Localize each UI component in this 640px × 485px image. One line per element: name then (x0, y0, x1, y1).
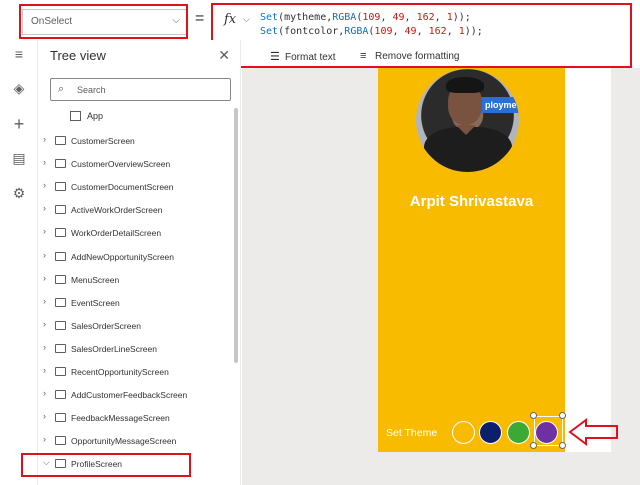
resize-handle-top-left[interactable] (530, 412, 537, 419)
left-rail: ≡ ◈ + ▤ ⚙ (0, 40, 38, 485)
close-icon[interactable]: ✕ (218, 47, 230, 64)
tree-item-label: EventScreen (71, 297, 120, 308)
chevron-right-icon[interactable]: › (43, 273, 46, 283)
resize-handle-bottom-left[interactable] (530, 442, 537, 449)
tree-item-label: AddCustomerFeedbackScreen (71, 390, 188, 401)
tree-item-label: MenuScreen (71, 274, 120, 285)
tree-scrollbar[interactable] (234, 108, 238, 363)
search-placeholder: Search (77, 85, 106, 95)
theme-swatch-yellow[interactable] (452, 421, 475, 444)
tree-item-screen[interactable]: › CustomerScreen (38, 132, 233, 150)
tree-item-label: CustomerDocumentScreen (71, 182, 174, 193)
chevron-right-icon[interactable]: › (43, 203, 46, 213)
annotation-arrow-left-icon (568, 418, 618, 446)
tree-item-label: SalesOrderScreen (71, 320, 141, 331)
tree-item-app[interactable]: App (70, 111, 103, 121)
screen-icon (55, 343, 66, 353)
equals-sign: = (195, 10, 205, 27)
tree-item-screen[interactable]: › SalesOrderLineScreen (38, 340, 233, 358)
chevron-right-icon[interactable]: › (43, 342, 46, 352)
chevron-right-icon[interactable]: › (43, 388, 46, 398)
chevron-right-icon[interactable]: › (43, 296, 46, 306)
chevron-right-icon[interactable]: › (43, 157, 46, 167)
screen-icon (55, 390, 66, 400)
photo-shirt (424, 127, 512, 172)
chevron-right-icon[interactable]: › (43, 226, 46, 236)
tree-item-label: WorkOrderDetailScreen (71, 228, 162, 239)
resize-handle-top-right[interactable] (559, 412, 566, 419)
tree-item-label: OpportunityMessageScreen (71, 436, 177, 447)
tree-item-label: FeedbackMessageScreen (71, 413, 170, 424)
resize-handle-bottom-right[interactable] (559, 442, 566, 449)
annotation-box-formula (211, 3, 632, 68)
screen-icon (55, 228, 66, 238)
tree-item-screen[interactable]: › WorkOrderDetailScreen (38, 224, 233, 242)
screen-icon (55, 251, 66, 261)
screen-icon (55, 436, 66, 446)
annotation-box-property (19, 4, 188, 39)
set-theme-label: Set Theme (386, 427, 438, 439)
tree-item-screen[interactable]: › FeedbackMessageScreen (38, 409, 233, 427)
screen-icon (55, 274, 66, 284)
tree-item-screen[interactable]: › AddNewOpportunityScreen (38, 248, 233, 266)
screen-icon (55, 413, 66, 423)
screen-icon (55, 367, 66, 376)
tree-item-screen[interactable]: › CustomerOverviewScreen (38, 155, 233, 173)
screen-icon (55, 297, 66, 307)
app-label: App (87, 111, 104, 121)
tree-item-screen[interactable]: › RecentOpportunityScreen (38, 363, 233, 381)
screen-icon (55, 159, 66, 169)
tree-item-screen[interactable]: › ActiveWorkOrderScreen (38, 201, 233, 219)
chevron-right-icon[interactable]: › (43, 434, 46, 444)
annotation-box-profile-screen (21, 453, 191, 477)
tree-item-label: RecentOpportunityScreen (71, 367, 169, 377)
tree-item-screen[interactable]: › EventScreen (38, 294, 233, 312)
tree-item-label: CustomerScreen (71, 136, 135, 146)
search-icon: ⌕ (58, 83, 65, 95)
screen-icon (55, 182, 66, 192)
tree-item-screen[interactable]: › OpportunityMessageScreen (38, 432, 233, 450)
chevron-right-icon[interactable]: › (43, 134, 46, 144)
screen-icon (55, 136, 66, 145)
theme-swatch-navy[interactable] (479, 421, 502, 444)
data-sources-icon[interactable]: ▤ (11, 150, 27, 167)
advanced-tools-icon[interactable]: ⚙ (11, 185, 27, 202)
screen-icon (55, 320, 66, 330)
tree-item-label: ActiveWorkOrderScreen (71, 205, 163, 216)
hamburger-menu-icon[interactable]: ≡ (11, 46, 27, 62)
chevron-right-icon[interactable]: › (43, 365, 46, 375)
screen-icon (55, 205, 66, 215)
tree-item-screen[interactable]: › MenuScreen (38, 271, 233, 289)
profile-name: Arpit Shrivastava (409, 193, 534, 210)
theme-swatch-green[interactable] (507, 421, 530, 444)
profile-photo[interactable]: ployme (416, 69, 519, 172)
search-input[interactable]: ⌕ Search (50, 78, 231, 101)
photo-hair (446, 77, 484, 93)
canvas-white-area (565, 68, 611, 452)
tree-view-panel: Tree view ✕ ⌕ Search App › CustomerScreen… (38, 40, 241, 485)
chevron-right-icon[interactable]: › (43, 250, 46, 260)
tree-item-label: CustomerOverviewScreen (71, 159, 171, 170)
tree-item-label: SalesOrderLineScreen (71, 343, 157, 354)
app-icon (70, 111, 81, 121)
chevron-right-icon[interactable]: › (43, 411, 46, 421)
tree-item-screen[interactable]: › AddCustomerFeedbackScreen (38, 386, 233, 404)
selection-frame (534, 416, 563, 446)
chevron-right-icon[interactable]: › (43, 180, 46, 190)
chevron-right-icon[interactable]: › (43, 319, 46, 329)
tree-view-title: Tree view (50, 48, 106, 63)
tree-item-label: AddNewOpportunityScreen (71, 251, 175, 262)
tree-item-screen[interactable]: › SalesOrderScreen (38, 317, 233, 335)
layers-icon[interactable]: ◈ (11, 80, 27, 97)
insert-plus-icon[interactable]: + (11, 114, 27, 135)
photo-background-banner: ployme (481, 97, 519, 113)
tree-item-screen[interactable]: › CustomerDocumentScreen (38, 178, 233, 196)
